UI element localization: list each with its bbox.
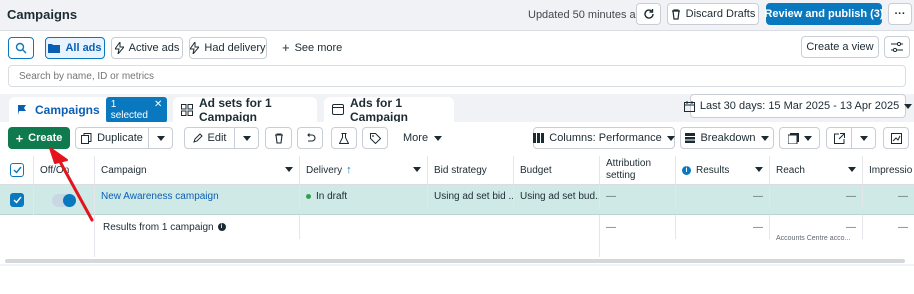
annotation-arrow <box>49 147 94 222</box>
